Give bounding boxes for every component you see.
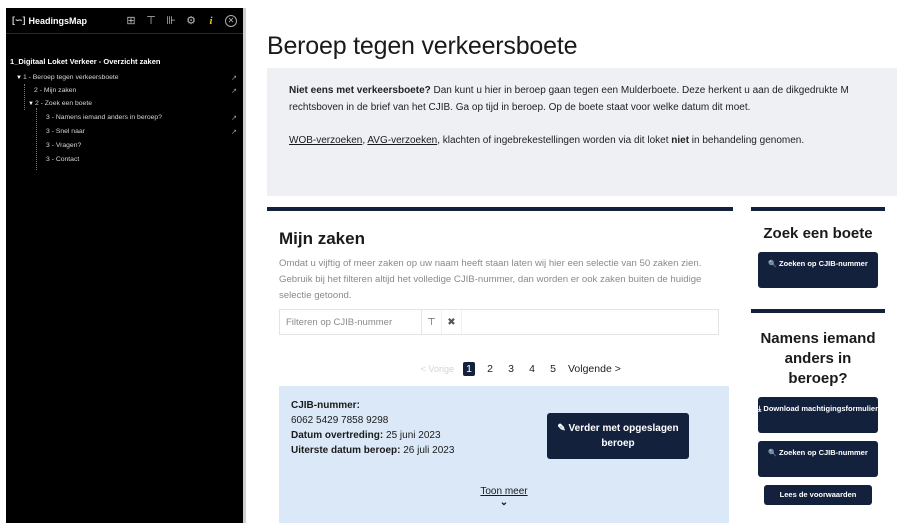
- jump-arrow-icon[interactable]: ↗: [231, 74, 237, 82]
- jump-arrow-icon[interactable]: ↗: [231, 114, 237, 122]
- jump-arrow-icon[interactable]: ↗: [231, 128, 237, 136]
- tree-item-label: 3 - Namens iemand anders in beroep?: [46, 114, 162, 121]
- mijn-zaken-description: Omdat u vijftig of meer zaken op uw naam…: [279, 258, 702, 301]
- datum-overtreding-value: 25 juni 2023: [383, 430, 441, 441]
- toon-meer-toggle[interactable]: Toon meer ⌄: [279, 486, 729, 508]
- headingsmap-app-title: HeadingsMap: [28, 15, 88, 26]
- tree-item-h2[interactable]: 2 - Mijn zaken: [34, 87, 76, 94]
- mijn-zaken-title: Mijn zaken: [279, 229, 365, 248]
- search-cjib-button-2[interactable]: 🔍 Zoeken op CJIB-nummer: [758, 441, 878, 477]
- pagination: < Vorige 1 2 3 4 5 Volgende >: [402, 361, 621, 377]
- tree-item-label: 3 - Contact: [46, 156, 80, 163]
- notice-niet: niet: [671, 135, 690, 146]
- pagination-page-3[interactable]: 3: [505, 363, 517, 375]
- pagination-page-4[interactable]: 4: [526, 363, 538, 375]
- search-icon: 🔍: [768, 450, 777, 457]
- download-machtiging-button[interactable]: ⤓ Download machtigingsformulier: [758, 397, 878, 433]
- datum-overtreding-label: Datum overtreding:: [291, 430, 384, 441]
- headingsmap-document-title[interactable]: 1_Digitaal Loket Verkeer - Overzicht zak…: [6, 34, 243, 74]
- download-machtiging-label: Download machtigingsformulier: [761, 404, 879, 413]
- edit-icon: ✎: [557, 423, 566, 434]
- tree-item-h3[interactable]: 3 - Namens iemand anders in beroep?: [46, 114, 162, 121]
- search-cjib-button[interactable]: 🔍 Zoeken op CJIB-nummer: [758, 252, 878, 288]
- sections-icon[interactable]: ⊞: [125, 15, 137, 27]
- notice-lead: Niet eens met verkeersboete?: [289, 85, 431, 96]
- uiterste-datum-value: 26 juli 2023: [400, 445, 455, 456]
- tree-item-label: 2 - Zoek een boete: [34, 100, 93, 107]
- notice-mid-text: , klachten of ingebrekestellingen worden…: [437, 135, 672, 146]
- search-cjib-label-2: Zoeken op CJIB-nummer: [776, 448, 868, 457]
- lees-voorwaarden-button[interactable]: Lees de voorwaarden: [764, 485, 872, 505]
- namens-iemand-title: Namens iemand anders in beroep?: [760, 330, 876, 387]
- jump-arrow-icon[interactable]: ↗: [231, 87, 237, 95]
- zoek-boete-card: Zoek een boete 🔍 Zoeken op CJIB-nummer: [751, 207, 885, 302]
- notice-exclusions: WOB-verzoeken, AVG-verzoeken, klachten o…: [289, 132, 875, 149]
- chevron-down-icon[interactable]: ⌄: [279, 497, 729, 508]
- tree-item-h2[interactable]: ▼2 - Zoek een boete: [28, 100, 92, 107]
- tree-item-h3[interactable]: 3 - Contact: [46, 156, 79, 163]
- pin-icon[interactable]: ⊤: [145, 15, 157, 27]
- headingsmap-logo: [∽] HeadingsMap: [12, 15, 87, 26]
- headingsmap-logo-icon: [∽]: [12, 15, 26, 25]
- tree-connector: [24, 84, 25, 110]
- headingsmap-toolbar: ⊞ ⊤ ⊪ ⚙ i ✕: [125, 14, 237, 27]
- wob-link[interactable]: WOB-verzoeken: [289, 135, 362, 146]
- info-notice: Niet eens met verkeersboete? Dan kunt u …: [267, 68, 897, 196]
- headingsmap-header: [∽] HeadingsMap ⊞ ⊤ ⊪ ⚙ i ✕: [6, 8, 243, 34]
- expanded-triangle-icon[interactable]: ▼: [16, 75, 22, 81]
- close-icon[interactable]: ✕: [225, 14, 237, 27]
- pagination-next[interactable]: Volgende >: [568, 363, 621, 375]
- main-content: Beroep tegen verkeersboete Niet eens met…: [255, 0, 903, 523]
- case-card: CJIB-nummer: 6062 5429 7858 9298 Datum o…: [279, 386, 729, 523]
- mijn-zaken-card: Mijn zaken Omdat u vijftig of meer zaken…: [267, 207, 733, 523]
- toon-meer-label[interactable]: Toon meer: [279, 486, 729, 497]
- clear-filter-icon[interactable]: ✖: [442, 310, 462, 334]
- notice-intro: Niet eens met verkeersboete? Dan kunt u …: [289, 82, 875, 116]
- cjib-label: CJIB-nummer:: [291, 400, 360, 411]
- tree-item-h3[interactable]: 3 - Vragen?: [46, 142, 81, 149]
- tree-connector: [36, 108, 37, 170]
- settings-gear-icon[interactable]: ⚙: [185, 15, 197, 27]
- search-icon: 🔍: [768, 261, 777, 268]
- filter-icon[interactable]: ⊤: [422, 310, 442, 334]
- pagination-page-2[interactable]: 2: [484, 363, 496, 375]
- continue-saved-appeal-button[interactable]: ✎ Verder met opgeslagen beroep: [547, 413, 689, 459]
- search-cjib-label: Zoeken op CJIB-nummer: [776, 259, 868, 268]
- notice-end-text: in behandeling genomen.: [689, 135, 805, 146]
- continue-button-label: Verder met opgeslagen beroep: [565, 423, 679, 449]
- pagination-prev: < Vorige: [420, 364, 454, 374]
- cjib-filter-input[interactable]: [280, 310, 422, 334]
- case-details: CJIB-nummer: 6062 5429 7858 9298 Datum o…: [291, 398, 454, 458]
- namens-iemand-card: Namens iemand anders in beroep? ⤓ Downlo…: [751, 309, 885, 523]
- dock-icon[interactable]: ⊪: [165, 15, 177, 27]
- uiterste-datum-label: Uiterste datum beroep:: [291, 445, 401, 456]
- tree-item-h3[interactable]: 3 - Snel naar: [46, 128, 85, 135]
- avg-link[interactable]: AVG-verzoeken: [367, 135, 437, 146]
- pagination-page-1[interactable]: 1: [463, 362, 475, 376]
- tree-item-label: 3 - Vragen?: [46, 142, 82, 149]
- filter-bar: ⊤ ✖: [279, 309, 719, 335]
- tree-item-label: 1 - Beroep tegen verkeersboete: [22, 74, 119, 81]
- pagination-page-5[interactable]: 5: [547, 363, 559, 375]
- headingsmap-panel: [∽] HeadingsMap ⊞ ⊤ ⊪ ⚙ i ✕ 1_Digitaal L…: [6, 8, 246, 523]
- cjib-number: 6062 5429 7858 9298: [291, 415, 389, 426]
- tree-item-label: 2 - Mijn zaken: [34, 87, 77, 94]
- expanded-triangle-icon[interactable]: ▼: [28, 101, 34, 107]
- zoek-boete-title: Zoek een boete: [763, 225, 873, 242]
- tree-item-h1[interactable]: ▼1 - Beroep tegen verkeersboete: [16, 74, 119, 81]
- tree-item-label: 3 - Snel naar: [46, 128, 85, 135]
- page-title: Beroep tegen verkeersboete: [267, 32, 578, 60]
- info-icon[interactable]: i: [205, 15, 217, 27]
